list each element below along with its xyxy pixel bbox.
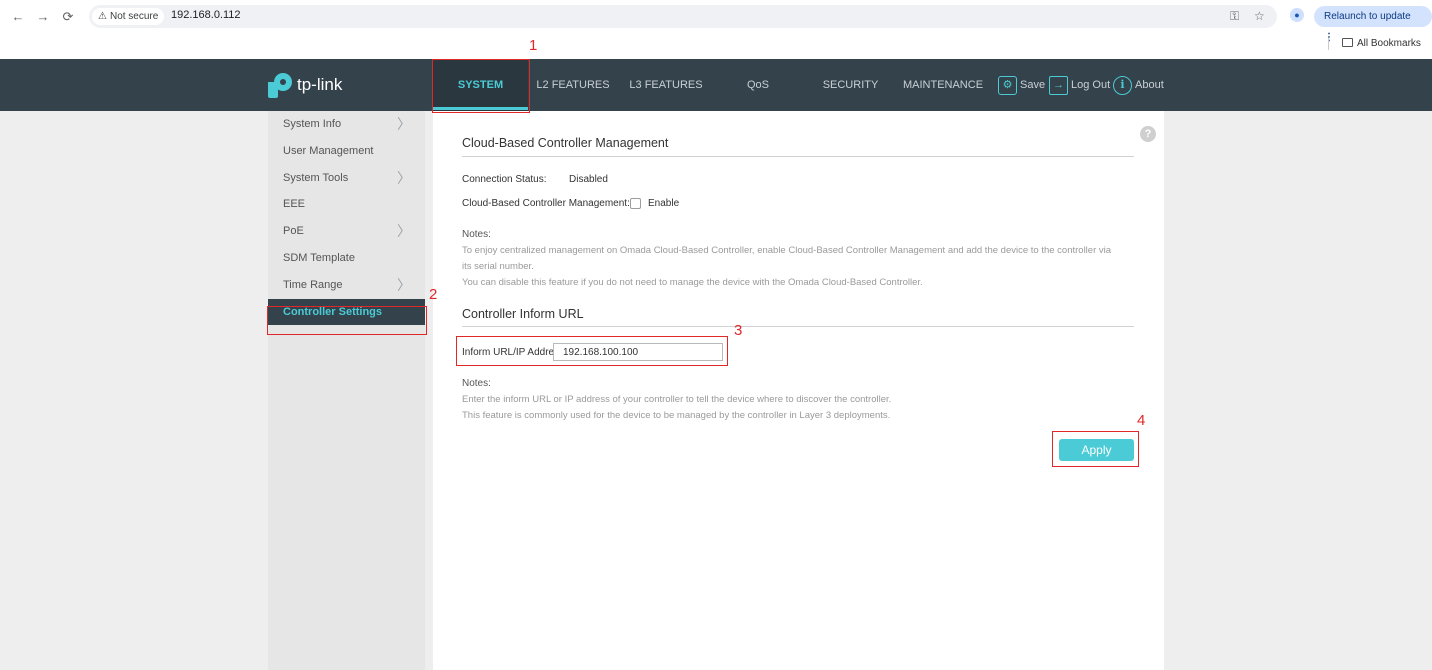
inform-notes: Enter the inform URL or IP address of yo… <box>462 392 1134 424</box>
relaunch-label: Relaunch to update <box>1324 11 1411 22</box>
more-menu-icon: ⋮ <box>1324 32 1334 43</box>
sidebar-item-system-tools[interactable]: System Tools 〉 <box>268 165 425 192</box>
connection-status-label: Connection Status: <box>462 174 547 185</box>
save-gear-icon: ⚙ <box>998 75 1017 95</box>
tab-qos-label: QoS <box>746 79 769 91</box>
tab-maintenance[interactable]: MAINTENANCE <box>900 59 986 111</box>
relaunch-button[interactable]: Relaunch to update ⋮ <box>1314 6 1432 43</box>
about-button[interactable]: i About <box>1113 59 1164 111</box>
enable-checkbox[interactable] <box>630 198 641 209</box>
sidebar-item-sdm-template[interactable]: SDM Template <box>268 245 425 272</box>
sidebar-item-label: EEE <box>283 198 306 211</box>
all-bookmarks-button[interactable]: All Bookmarks <box>1342 38 1421 49</box>
chevron-right-icon: 〉 <box>397 276 411 293</box>
info-icon: i <box>1113 75 1132 95</box>
connection-status-value: Disabled <box>569 174 608 185</box>
annotation-number-3: 3 <box>734 322 743 339</box>
tab-l2-features[interactable]: L2 FEATURES <box>535 59 611 111</box>
sidebar-item-time-range[interactable]: Time Range 〉 <box>268 272 425 299</box>
sidebar-item-label: SDM Template <box>283 251 355 264</box>
browser-chrome: ← → ⟳ ⚠ Not secure 192.168.0.112 ⚿ ☆ ● Re… <box>0 0 1432 59</box>
sidebar-item-eee[interactable]: EEE <box>268 191 425 218</box>
sidebar-item-poe[interactable]: PoE 〉 <box>268 218 425 245</box>
sidebar-item-label: User Management <box>283 144 374 157</box>
chevron-right-icon: 〉 <box>397 116 411 132</box>
tp-link-logo-icon <box>268 72 294 98</box>
sidebar-item-label: System Tools <box>283 171 349 184</box>
tp-link-logo: tp-link <box>268 71 342 99</box>
tab-l3-features[interactable]: L3 FEATURES <box>627 59 705 111</box>
logout-label: Log Out <box>1071 79 1111 91</box>
logout-button[interactable]: → Log Out <box>1049 59 1110 111</box>
annotation-number-1: 1 <box>529 37 538 54</box>
annotation-number-4: 4 <box>1137 412 1146 429</box>
cloud-mgmt-label: Cloud-Based Controller Management: <box>462 198 630 209</box>
tab-security-label: SECURITY <box>822 79 879 91</box>
key-icon[interactable]: ⚿ <box>1230 9 1239 24</box>
annotation-box-4 <box>1052 431 1139 467</box>
save-button[interactable]: ⚙ Save <box>998 59 1045 111</box>
warning-icon: ⚠ <box>98 11 107 22</box>
notes-line: Enter the inform URL or IP address of yo… <box>462 394 892 405</box>
back-arrow-icon[interactable]: ← <box>10 9 26 24</box>
chevron-right-icon: 〉 <box>397 169 411 186</box>
sidebar-item-label: System Info <box>283 118 342 130</box>
annotation-number-2: 2 <box>429 286 438 303</box>
section-divider <box>462 156 1134 157</box>
security-label: Not secure <box>109 11 159 22</box>
address-bar[interactable]: ⚠ Not secure 192.168.0.112 <box>89 5 1277 28</box>
tab-maintenance-label: MAINTENANCE <box>902 79 984 91</box>
annotation-box-1 <box>432 59 530 113</box>
tab-l3-features-label: L3 FEATURES <box>629 79 703 91</box>
chevron-right-icon: 〉 <box>397 223 411 240</box>
logout-arrow-icon: → <box>1049 75 1068 95</box>
sidebar-item-user-management[interactable]: User Management <box>268 138 425 165</box>
sidebar-item-system-info[interactable]: System Info 〉 <box>268 111 425 138</box>
sidebar-item-label: Time Range <box>283 278 343 291</box>
forward-arrow-icon[interactable]: → <box>35 9 51 24</box>
tab-security[interactable]: SECURITY <box>819 59 882 111</box>
security-chip[interactable]: ⚠ Not secure <box>92 8 165 25</box>
notes-line: This feature is commonly used for the de… <box>462 410 891 421</box>
reload-icon[interactable]: ⟳ <box>60 9 76 25</box>
notes-title: Notes: <box>462 229 491 240</box>
main-panel: ? Cloud-Based Controller Management Conn… <box>433 111 1164 670</box>
save-label: Save <box>1020 79 1046 91</box>
notes-line: To enjoy centralized management on Omada… <box>462 245 1112 256</box>
annotation-box-2 <box>267 306 427 335</box>
notes-line: its serial number. <box>462 261 534 272</box>
notes-title: Notes: <box>462 378 491 389</box>
section-title-cloud: Cloud-Based Controller Management <box>462 136 669 150</box>
section-divider <box>462 326 1134 327</box>
profile-avatar-icon[interactable]: ● <box>1290 8 1304 22</box>
help-icon[interactable]: ? <box>1140 126 1156 142</box>
enable-label: Enable <box>648 198 680 209</box>
notes-line: You can disable this feature if you do n… <box>462 277 923 288</box>
star-icon[interactable]: ☆ <box>1254 9 1265 23</box>
top-nav-bar: tp-link SYSTEM L2 FEATURES L3 FEATURES Q… <box>0 59 1432 111</box>
sidebar-item-label: PoE <box>283 225 304 238</box>
bookmarks-divider <box>1328 38 1329 50</box>
tab-l2-features-label: L2 FEATURES <box>536 79 610 91</box>
annotation-box-3 <box>456 336 728 366</box>
about-label: About <box>1135 79 1164 91</box>
cloud-notes: To enjoy centralized management on Omada… <box>462 243 1134 291</box>
folder-icon <box>1342 38 1353 47</box>
section-title-inform-url: Controller Inform URL <box>462 307 584 321</box>
url-text[interactable]: 192.168.0.112 <box>171 9 241 21</box>
tab-qos[interactable]: QoS <box>740 59 776 111</box>
sidebar: System Info 〉 User Management System Tool… <box>268 111 425 670</box>
logo-text: tp-link <box>297 75 343 94</box>
bookmarks-label: All Bookmarks <box>1357 38 1421 49</box>
